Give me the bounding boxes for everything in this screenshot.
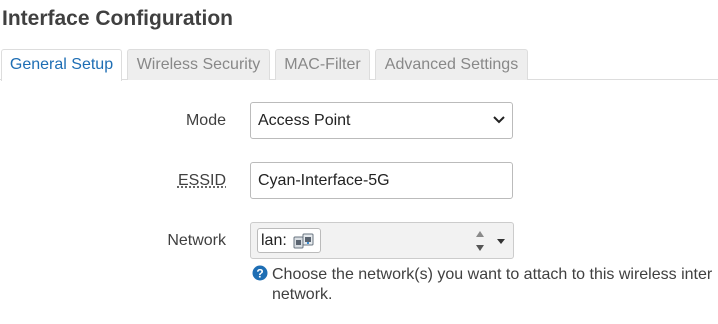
network-label: Network <box>167 232 226 249</box>
svg-text:?: ? <box>256 267 263 281</box>
interface-configuration-page: Interface Configuration General Setup Wi… <box>0 0 718 324</box>
tab-general-setup[interactable]: General Setup <box>1 49 122 81</box>
essid-input[interactable]: Cyan-Interface-5G <box>250 162 513 199</box>
essid-input-value: Cyan-Interface-5G <box>258 172 390 189</box>
network-multiselect[interactable]: lan: <box>250 222 514 259</box>
question-icon: ? <box>252 265 268 281</box>
mode-select[interactable]: Access Point <box>250 102 513 139</box>
mode-select-value: Access Point <box>258 112 351 129</box>
chevron-down-icon <box>493 116 505 124</box>
tab-mac-filter[interactable]: MAC-Filter <box>275 49 370 80</box>
network-selected-item[interactable]: lan: <box>257 228 321 253</box>
tab-wireless-security[interactable]: Wireless Security <box>127 49 270 80</box>
tab-bar: General Setup Wireless Security MAC-Filt… <box>0 49 718 81</box>
network-help: ? Choose the network(s) you want to atta… <box>252 265 718 305</box>
network-help-line-1: Choose the network(s) you want to attach… <box>272 266 713 283</box>
ethernet-ports-icon <box>293 233 314 249</box>
essid-label: ESSID <box>177 172 226 189</box>
network-help-line-2: network. <box>272 286 333 303</box>
network-help-text: Choose the network(s) you want to attach… <box>272 265 718 305</box>
spin-buttons-icon[interactable] <box>473 227 487 255</box>
mode-label: Mode <box>185 112 226 129</box>
network-selected-label: lan: <box>261 232 287 249</box>
tab-advanced-settings[interactable]: Advanced Settings <box>375 49 528 80</box>
page-title: Interface Configuration <box>2 7 234 30</box>
caret-down-icon[interactable] <box>497 237 505 245</box>
